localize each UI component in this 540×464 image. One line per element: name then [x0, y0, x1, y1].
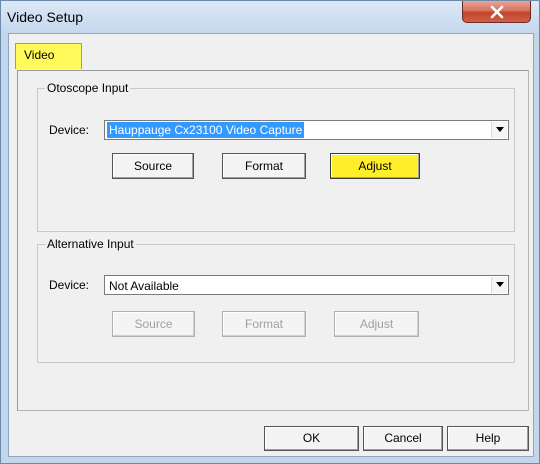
otoscope-device-dropdown-button[interactable] — [491, 122, 507, 138]
tab-video[interactable]: Video — [15, 43, 82, 69]
otoscope-input-label: Otoscope Input — [45, 81, 131, 95]
otoscope-format-button[interactable]: Format — [222, 153, 306, 179]
video-setup-window: Video Setup Video Otoscope Input Device:… — [0, 0, 540, 464]
alternative-format-button: Format — [222, 311, 306, 337]
otoscope-source-button[interactable]: Source — [112, 153, 194, 179]
help-button[interactable]: Help — [447, 426, 529, 451]
otoscope-input-group: Otoscope Input Device: Hauppauge Cx23100… — [37, 81, 515, 232]
video-tab-panel: Otoscope Input Device: Hauppauge Cx23100… — [17, 70, 529, 411]
close-icon — [490, 5, 504, 19]
alternative-device-label: Device: — [49, 278, 90, 292]
chevron-down-icon — [496, 127, 504, 132]
window-title: Video Setup — [7, 9, 84, 25]
alternative-device-dropdown-button[interactable] — [491, 277, 507, 293]
close-button[interactable] — [462, 1, 531, 23]
alternative-adjust-button: Adjust — [334, 311, 419, 337]
alternative-device-select[interactable]: Not Available — [104, 275, 509, 295]
ok-button[interactable]: OK — [264, 426, 359, 451]
title-bar[interactable]: Video Setup — [1, 1, 539, 33]
otoscope-device-value: Hauppauge Cx23100 Video Capture — [107, 122, 305, 138]
alternative-source-button: Source — [112, 311, 195, 337]
alternative-input-group: Alternative Input Device: Not Available … — [37, 237, 515, 363]
otoscope-device-select[interactable]: Hauppauge Cx23100 Video Capture — [104, 120, 509, 140]
tab-video-label: Video — [24, 48, 55, 62]
alternative-input-label: Alternative Input — [45, 237, 136, 251]
cancel-button[interactable]: Cancel — [363, 426, 443, 451]
dialog-client-area: Video Otoscope Input Device: Hauppauge C… — [8, 33, 534, 457]
otoscope-device-label: Device: — [49, 123, 90, 137]
otoscope-adjust-button[interactable]: Adjust — [330, 153, 420, 179]
chevron-down-icon — [496, 282, 504, 287]
alternative-device-value: Not Available — [109, 279, 179, 293]
